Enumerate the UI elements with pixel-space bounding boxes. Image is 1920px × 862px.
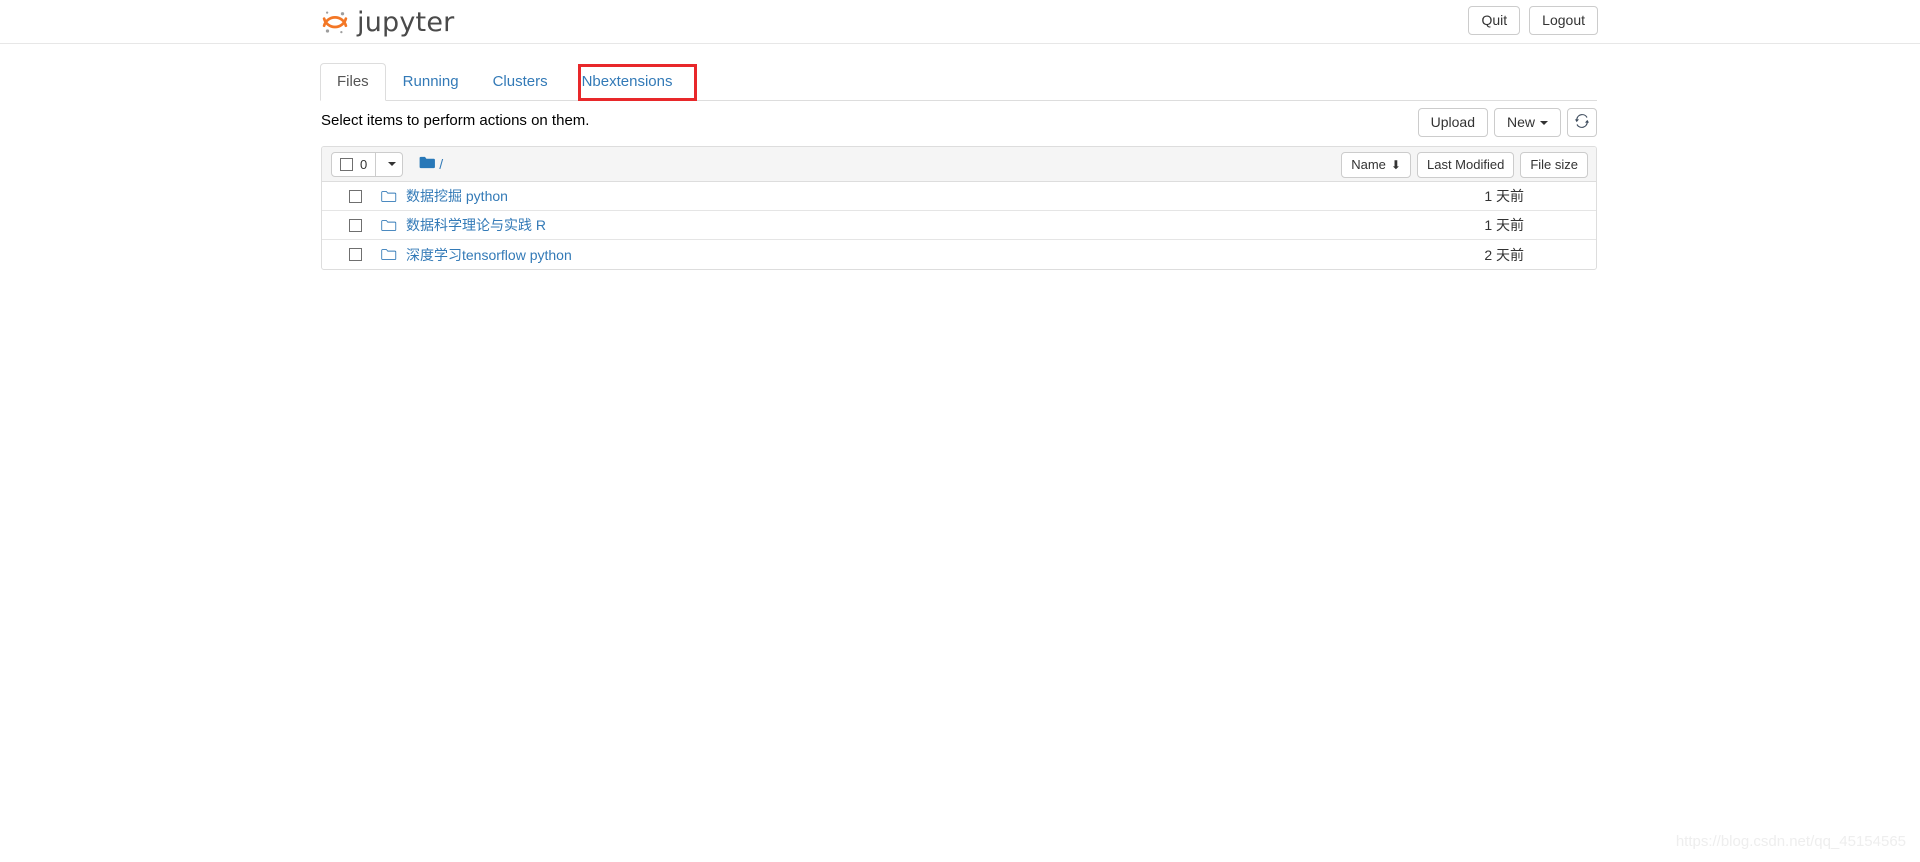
breadcrumb[interactable]: / [419, 156, 443, 172]
select-all-checkbox-button[interactable]: 0 [331, 151, 377, 177]
sort-name-label: Name [1351, 157, 1386, 172]
sort-by-last-modified-button[interactable]: Last Modified [1416, 152, 1515, 178]
breadcrumb-root-label[interactable]: / [439, 156, 443, 172]
sort-by-name-button[interactable]: Name ⬇ [1341, 152, 1411, 178]
action-bar: Select items to perform actions on them.… [320, 108, 1597, 138]
refresh-button[interactable] [1567, 108, 1597, 137]
brand[interactable]: jupyter [320, 2, 454, 42]
brand-text: jupyter [357, 6, 455, 38]
file-list: 0 / Name ⬇ Last Modified File size 数据挖掘 … [321, 146, 1597, 270]
logout-button[interactable]: Logout [1529, 6, 1598, 35]
upload-button[interactable]: Upload [1417, 108, 1488, 137]
row-last-modified: 1 天前 [1484, 188, 1524, 204]
row-last-modified: 2 天前 [1484, 246, 1524, 263]
row-last-modified: 1 天前 [1484, 217, 1524, 233]
quit-button[interactable]: Quit [1468, 6, 1521, 35]
folder-link[interactable]: 数据挖掘 python [406, 186, 508, 206]
tab-nbextensions[interactable]: Nbextensions [565, 63, 690, 101]
select-all-dropdown-button[interactable] [376, 151, 404, 177]
tab-clusters[interactable]: Clusters [476, 63, 565, 101]
header-buttons: Quit Logout [1468, 6, 1598, 35]
page-header: jupyter Quit Logout [0, 0, 1920, 44]
row-checkbox[interactable] [349, 248, 362, 261]
watermark: https://blog.csdn.net/qq_45154565 [1675, 833, 1906, 850]
folder-icon [419, 156, 436, 172]
new-dropdown-button[interactable]: New [1493, 108, 1561, 137]
select-all-checkbox[interactable] [340, 157, 353, 171]
folder-icon [381, 248, 397, 262]
sort-by-file-size-button[interactable]: File size [1520, 152, 1588, 178]
sort-buttons: Name ⬇ Last Modified File size [1341, 152, 1588, 178]
folder-icon [381, 218, 397, 232]
action-buttons: Upload New [1417, 108, 1597, 137]
file-list-header: 0 / Name ⬇ Last Modified File size [322, 147, 1596, 182]
folder-link[interactable]: 深度学习tensorflow python [406, 245, 572, 265]
table-row[interactable]: 深度学习tensorflow python 2 天前 [322, 240, 1596, 269]
selected-count: 0 [360, 156, 368, 172]
chevron-down-icon [1540, 121, 1548, 126]
chevron-down-icon [387, 162, 396, 166]
tab-running[interactable]: Running [386, 63, 476, 101]
select-all-group: 0 [331, 151, 404, 177]
row-checkbox[interactable] [349, 218, 362, 232]
folder-link[interactable]: 数据科学理论与实践 R [406, 215, 546, 235]
row-checkbox[interactable] [349, 189, 362, 203]
new-dropdown-label: New [1506, 114, 1535, 131]
refresh-icon [1575, 114, 1589, 131]
selection-hint-text: Select items to perform actions on them. [321, 112, 590, 129]
jupyter-logo-icon [320, 7, 350, 37]
nav-tabs: Files Running Clusters Nbextensions [320, 63, 1597, 101]
tab-files[interactable]: Files [320, 63, 386, 101]
nav-tabs-container: Files Running Clusters Nbextensions [320, 63, 1597, 101]
folder-icon [381, 189, 397, 203]
arrow-down-icon: ⬇ [1390, 157, 1401, 172]
table-row[interactable]: 数据科学理论与实践 R 1 天前 [322, 211, 1596, 240]
table-row[interactable]: 数据挖掘 python 1 天前 [322, 182, 1596, 211]
